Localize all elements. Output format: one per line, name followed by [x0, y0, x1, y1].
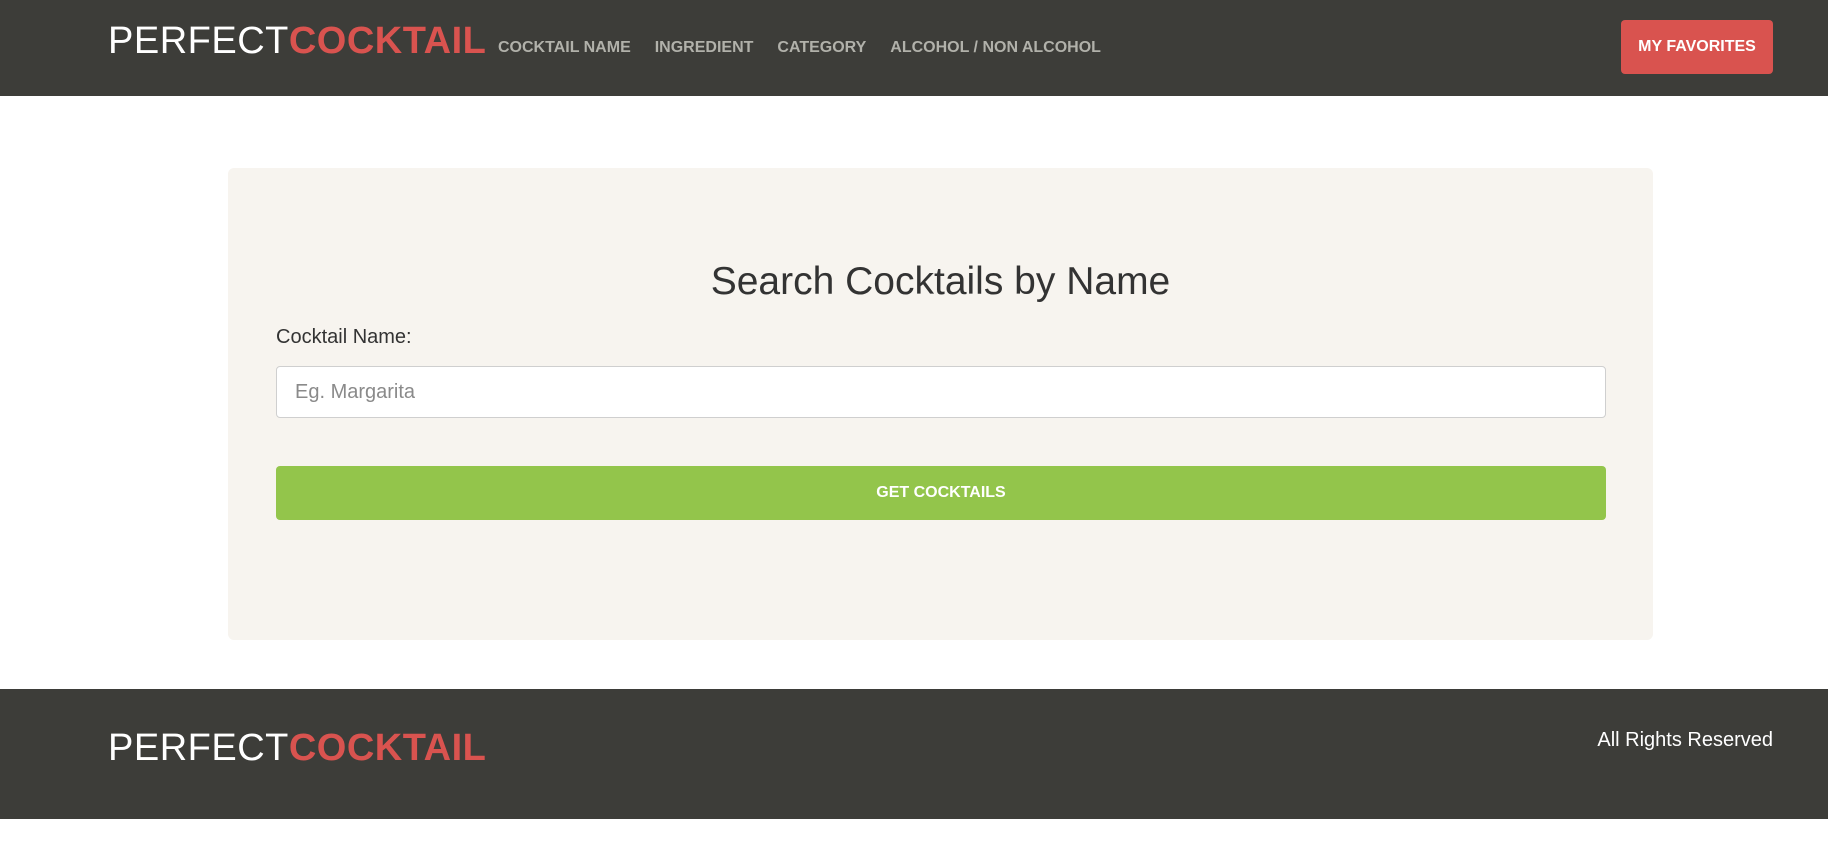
nav-category[interactable]: CATEGORY [777, 39, 866, 57]
search-card: Search Cocktails by Name Cocktail Name: … [228, 168, 1653, 640]
my-favorites-button[interactable]: MY FAVORITES [1621, 20, 1773, 74]
site-logo[interactable]: PERFECTCOCKTAIL [108, 18, 486, 64]
nav-ingredient[interactable]: INGREDIENT [655, 39, 754, 57]
cocktail-name-input[interactable] [276, 366, 1606, 418]
site-footer: PERFECTCOCKTAIL All Rights Reserved [0, 689, 1828, 819]
main-nav: COCKTAIL NAME INGREDIENT CATEGORY ALCOHO… [498, 0, 1125, 96]
cocktail-name-label: Cocktail Name: [276, 326, 412, 348]
footer-logo[interactable]: PERFECTCOCKTAIL [108, 725, 486, 771]
footer-logo-text-cocktail: COCKTAIL [288, 727, 487, 769]
logo-text-cocktail: COCKTAIL [288, 20, 487, 62]
site-header: PERFECTCOCKTAIL COCKTAIL NAME INGREDIENT… [0, 0, 1828, 96]
rights-text: All Rights Reserved [1597, 729, 1773, 751]
search-title: Search Cocktails by Name [710, 260, 1171, 303]
logo-text-perfect: PERFECT [108, 20, 289, 62]
nav-alcohol-non-alcohol[interactable]: ALCOHOL / NON ALCOHOL [890, 39, 1101, 57]
get-cocktails-button[interactable]: GET COCKTAILS [276, 466, 1606, 520]
nav-cocktail-name[interactable]: COCKTAIL NAME [498, 39, 631, 57]
footer-logo-text-perfect: PERFECT [108, 727, 289, 769]
